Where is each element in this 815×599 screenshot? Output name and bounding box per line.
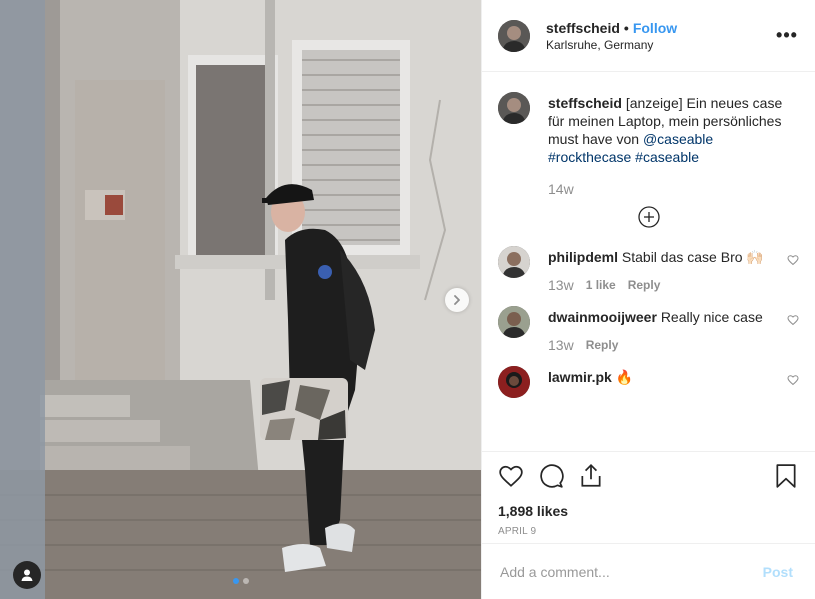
- comment-meta: 13w Reply: [548, 338, 799, 352]
- follow-button[interactable]: Follow: [633, 19, 677, 37]
- comment-text: Stabil das case Bro 🙌🏻: [621, 249, 764, 265]
- caption-username[interactable]: steffscheid: [548, 95, 622, 111]
- comment-username[interactable]: lawmir.pk: [548, 369, 612, 385]
- carousel-dot: [242, 578, 249, 584]
- author-avatar[interactable]: [498, 19, 530, 52]
- comment-body: philipdeml Stabil das case Bro 🙌🏻 13w 1 …: [548, 246, 799, 292]
- comment-time[interactable]: 13w: [548, 338, 574, 352]
- comment-like-icon[interactable]: [787, 374, 799, 386]
- post-actions: 1,898 likes APRIL 9: [482, 451, 815, 537]
- load-more-icon: [637, 206, 660, 228]
- comment-row: philipdeml Stabil das case Bro 🙌🏻 13w 1 …: [498, 246, 799, 292]
- caption-avatar[interactable]: [498, 92, 530, 124]
- likes-count[interactable]: 1,898 likes: [498, 502, 799, 520]
- add-comment-section: Post: [482, 543, 815, 599]
- header-text: steffscheid • Follow Karlsruhe, Germany: [546, 19, 775, 53]
- caption-mention[interactable]: @caseable: [643, 131, 713, 147]
- comments-list[interactable]: steffscheid [anzeige] Ein neues case für…: [482, 72, 815, 450]
- action-bar: [498, 462, 799, 490]
- caption-meta: 14w: [548, 182, 799, 196]
- post-header: steffscheid • Follow Karlsruhe, Germany …: [482, 0, 815, 72]
- next-arrow-icon: [454, 295, 460, 305]
- comment-avatar[interactable]: [498, 246, 530, 278]
- comment-avatar-image: [498, 366, 530, 398]
- share-icon[interactable]: [578, 463, 604, 489]
- comment-body: lawmir.pk 🔥: [548, 366, 799, 386]
- comment-text: Really nice case: [660, 309, 763, 325]
- caption-avatar-image: [498, 92, 530, 124]
- user-tags-button[interactable]: [13, 561, 41, 589]
- comment-text: 🔥: [615, 369, 634, 385]
- comment-row: dwainmooijweer Really nice case 13w Repl…: [498, 306, 799, 352]
- load-more-comments-button[interactable]: [498, 206, 799, 228]
- caption-time[interactable]: 14w: [548, 182, 574, 196]
- more-options-icon: •••: [776, 25, 798, 45]
- comment-row: lawmir.pk 🔥: [498, 366, 799, 398]
- comment-time[interactable]: 13w: [548, 278, 574, 292]
- comment-meta: 13w 1 like Reply: [548, 278, 799, 292]
- photo-scene: [0, 0, 481, 599]
- caption-hashtag[interactable]: #rockthecase: [548, 149, 631, 165]
- comment-avatar-image: [498, 306, 530, 338]
- author-avatar-image: [498, 19, 530, 52]
- post-location[interactable]: Karlsruhe, Germany: [546, 37, 775, 53]
- comment-avatar[interactable]: [498, 366, 530, 398]
- bookmark-icon[interactable]: [773, 463, 799, 489]
- comment-username[interactable]: philipdeml: [548, 249, 618, 265]
- comment-avatar-image: [498, 246, 530, 278]
- comment-input[interactable]: [498, 562, 757, 581]
- post-sidebar: steffscheid • Follow Karlsruhe, Germany …: [481, 0, 815, 599]
- caption-body: steffscheid [anzeige] Ein neues case für…: [548, 92, 799, 196]
- caption-row: steffscheid [anzeige] Ein neues case für…: [498, 92, 799, 196]
- post-date[interactable]: APRIL 9: [498, 526, 799, 537]
- comment-icon[interactable]: [538, 463, 564, 489]
- heart-icon[interactable]: [498, 463, 524, 489]
- comment-body: dwainmooijweer Really nice case 13w Repl…: [548, 306, 799, 352]
- post-comment-button[interactable]: Post: [757, 563, 799, 581]
- comment-username[interactable]: dwainmooijweer: [548, 309, 657, 325]
- header-line: steffscheid • Follow: [546, 19, 775, 37]
- caption-hashtag[interactable]: #caseable: [635, 149, 699, 165]
- author-username[interactable]: steffscheid: [546, 19, 620, 37]
- user-tag-icon: [21, 569, 33, 581]
- post-photo[interactable]: [0, 0, 481, 599]
- comment-avatar[interactable]: [498, 306, 530, 338]
- more-options-button[interactable]: •••: [775, 24, 799, 48]
- post: steffscheid • Follow Karlsruhe, Germany …: [0, 0, 815, 599]
- comment-likes[interactable]: 1 like: [586, 278, 616, 292]
- header-separator: •: [623, 19, 629, 36]
- reply-button[interactable]: Reply: [628, 278, 661, 292]
- carousel-dots: [0, 578, 481, 584]
- next-image-button[interactable]: [445, 288, 469, 312]
- comment-like-icon[interactable]: [787, 314, 799, 326]
- carousel-dot: [232, 578, 239, 584]
- reply-button[interactable]: Reply: [586, 338, 619, 352]
- comment-like-icon[interactable]: [787, 254, 799, 266]
